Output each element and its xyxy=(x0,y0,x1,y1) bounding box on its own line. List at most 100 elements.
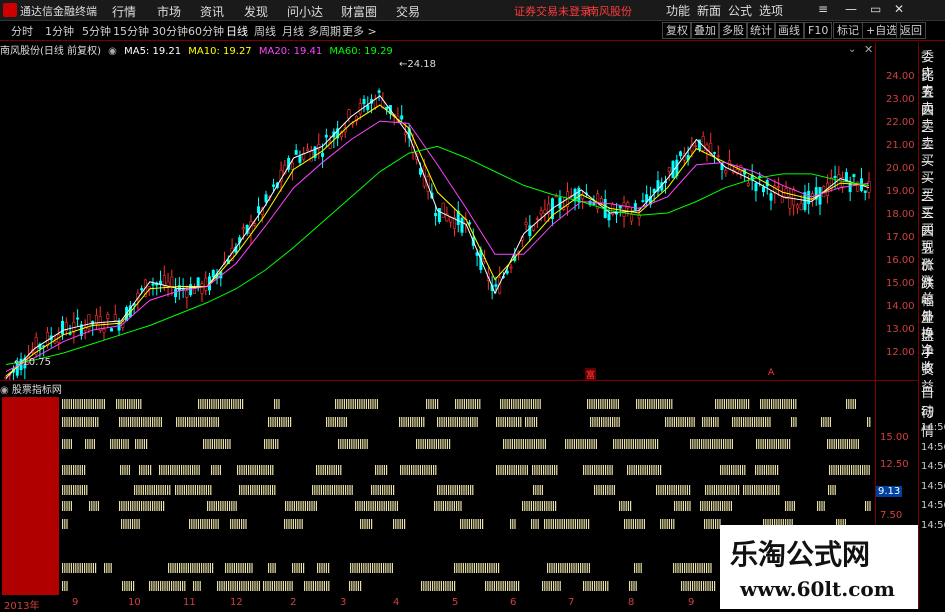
indicator-bar xyxy=(544,581,546,591)
menu-icon[interactable]: ≡ xyxy=(818,2,828,16)
f10-button[interactable]: F10 xyxy=(804,22,833,39)
period-tab-multi[interactable]: 多周期 xyxy=(308,23,341,39)
indicator-bar xyxy=(529,439,531,449)
indicator-bar xyxy=(757,465,759,475)
indicator-bar xyxy=(185,563,187,573)
quote-panel-item[interactable]: 14:56 xyxy=(921,500,945,511)
period-tab-timeshare[interactable]: 分时 xyxy=(11,23,33,39)
indicator-bar xyxy=(264,439,266,449)
indicator-bar xyxy=(705,581,707,591)
indicator-bar xyxy=(786,439,788,449)
indicator-bar xyxy=(285,501,287,511)
period-tab-1min[interactable]: 1分钟 xyxy=(45,23,74,39)
menu-assistant[interactable]: 问小达 xyxy=(287,3,323,20)
indicator-bar xyxy=(578,439,580,449)
indicator-bar xyxy=(445,417,447,427)
indicator-bar xyxy=(177,485,179,495)
indicator-bar xyxy=(476,417,478,427)
indicator-bar xyxy=(152,417,154,427)
indicator-bar xyxy=(64,399,66,409)
mark-button[interactable]: 标记 xyxy=(833,22,863,39)
indicator-bar xyxy=(507,581,509,591)
menu-market[interactable]: 市场 xyxy=(157,3,181,20)
indicator-bar xyxy=(122,465,124,475)
indicator-bar xyxy=(349,485,351,495)
adjust-button[interactable]: 复权 xyxy=(662,22,692,39)
indicator-bar xyxy=(730,399,732,409)
period-tab-more[interactable]: 更多 > xyxy=(342,23,377,39)
back-button[interactable]: 返回 xyxy=(896,22,926,39)
indicator-bar xyxy=(469,563,471,573)
indicator-bar xyxy=(726,399,728,409)
quote-panel-item[interactable]: 14:56 xyxy=(921,461,945,472)
menu-news[interactable]: 资讯 xyxy=(200,3,224,20)
indicator-bar xyxy=(441,417,443,427)
quote-panel-item[interactable]: 14:56 xyxy=(921,442,945,453)
indicator-bar xyxy=(341,417,343,427)
event-marker-2[interactable]: A xyxy=(768,368,774,378)
indicator-bar xyxy=(790,399,792,409)
period-tab-15min[interactable]: 15分钟 xyxy=(113,23,149,39)
indicator-bar xyxy=(572,519,574,529)
indicator-bar xyxy=(515,465,517,475)
indicator-bar xyxy=(524,465,526,475)
period-tab-daily[interactable]: 日线 xyxy=(226,23,248,39)
quote-panel-item[interactable]: 14:56 xyxy=(921,520,945,531)
indicator-bar xyxy=(778,439,780,449)
collapse-icon[interactable]: ⌄ xyxy=(848,44,856,55)
candle-body xyxy=(140,288,144,291)
new-layout-button[interactable]: 新面 xyxy=(697,2,721,19)
period-tab-monthly[interactable]: 月线 xyxy=(282,23,304,39)
minimize-icon[interactable]: — xyxy=(845,2,857,16)
indicator-bar xyxy=(334,485,336,495)
indicator-bar xyxy=(206,417,208,427)
login-status[interactable]: 证券交易未登录 xyxy=(514,3,591,19)
statistics-button[interactable]: 统计 xyxy=(746,22,776,39)
multi-stock-button[interactable]: 多股 xyxy=(718,22,748,39)
draw-line-button[interactable]: 画线 xyxy=(774,22,804,39)
quote-panel-item[interactable]: 14:56 xyxy=(921,481,945,492)
indicator-bar xyxy=(190,485,192,495)
indicator-bar xyxy=(210,485,212,495)
period-tab-weekly[interactable]: 周线 xyxy=(254,23,276,39)
function-button[interactable]: 功能 xyxy=(666,2,690,19)
indicator-bar xyxy=(145,465,147,475)
indicator-bar xyxy=(651,399,653,409)
period-tab-30min[interactable]: 30分钟 xyxy=(152,23,188,39)
indicator-bar xyxy=(172,465,174,475)
indicator-bar xyxy=(254,581,256,591)
indicator-bar xyxy=(600,399,602,409)
restore-icon[interactable]: ▭ xyxy=(870,2,881,16)
period-tab-60min[interactable]: 60分钟 xyxy=(188,23,224,39)
indicator-bar xyxy=(227,563,229,573)
menu-discover[interactable]: 发现 xyxy=(244,3,268,20)
menu-market-quotes[interactable]: 行情 xyxy=(112,3,136,20)
options-button[interactable]: 选项 xyxy=(759,2,783,19)
period-tab-5min[interactable]: 5分钟 xyxy=(82,23,111,39)
indicator-bar xyxy=(705,439,707,449)
indicator-bar xyxy=(769,485,771,495)
indicator-bar xyxy=(357,439,359,449)
formula-button[interactable]: 公式 xyxy=(728,2,752,19)
indicator-bar xyxy=(485,581,487,591)
kline-chart[interactable] xyxy=(0,56,875,380)
indicator-bar xyxy=(479,519,481,529)
quote-panel-item[interactable]: 14:56 xyxy=(921,422,945,433)
indicator-bar xyxy=(189,417,191,427)
indicator-bar xyxy=(90,399,92,409)
indicator-bar xyxy=(215,399,217,409)
indicator-bar xyxy=(583,465,585,475)
quote-panel-item[interactable]: 行情 xyxy=(921,402,945,440)
indicator-bar xyxy=(844,465,846,475)
close-icon[interactable]: ✕ xyxy=(894,2,904,16)
indicator-bar xyxy=(692,563,694,573)
indicator-bar xyxy=(245,581,247,591)
overlay-button[interactable]: 叠加 xyxy=(690,22,720,39)
indicator-bar xyxy=(198,563,200,573)
menu-wealth[interactable]: 财富圈 xyxy=(341,3,377,20)
menu-trade[interactable]: 交易 xyxy=(396,3,420,20)
indicator-bar xyxy=(136,417,138,427)
close-chart-icon[interactable]: ✕ xyxy=(864,43,873,56)
indicator-bar xyxy=(202,519,204,529)
indicator-bar xyxy=(187,465,189,475)
